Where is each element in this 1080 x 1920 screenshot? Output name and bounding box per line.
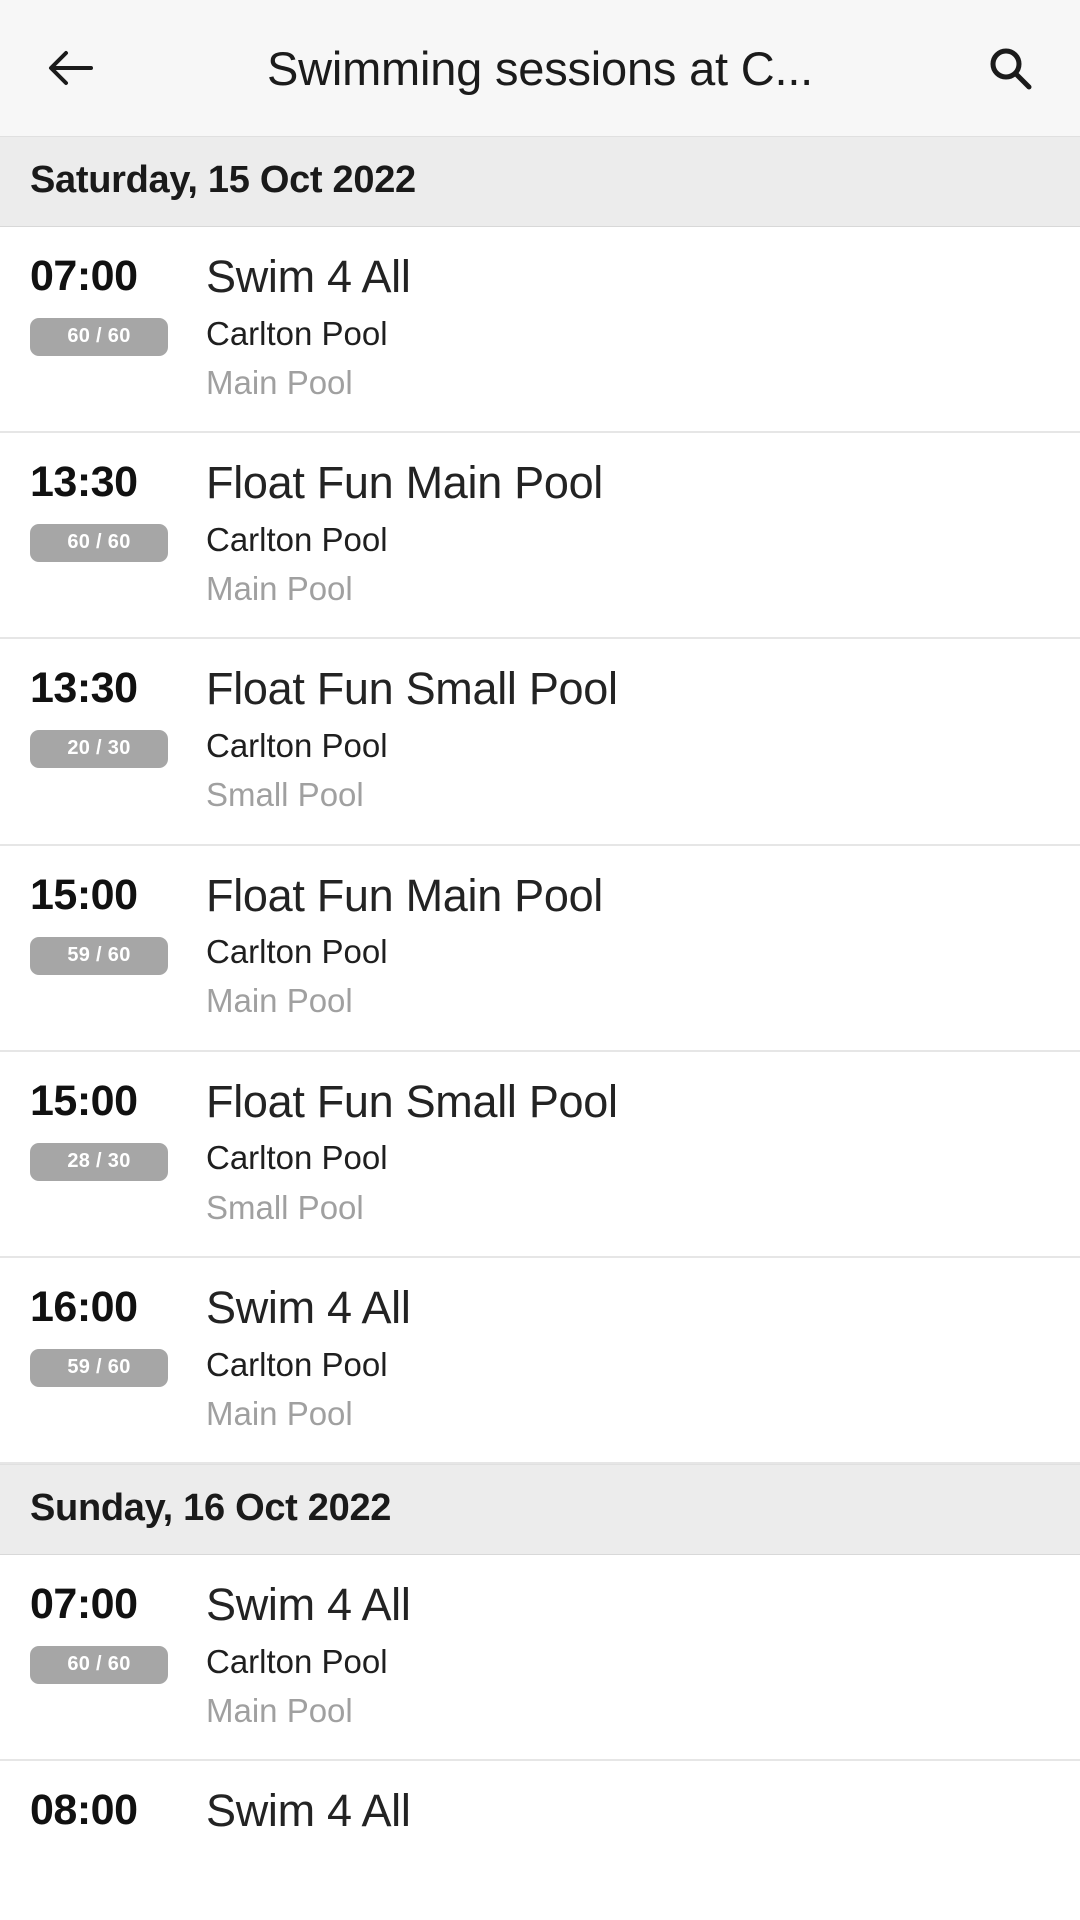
session-time-block: 08:00	[30, 1787, 176, 1832]
session-time: 15:00	[30, 870, 138, 919]
session-details: Swim 4 All Carlton Pool Main Pool	[176, 1281, 1050, 1432]
session-row[interactable]: 08:00 Swim 4 All	[0, 1761, 1080, 1836]
capacity-badge: 60 / 60	[30, 1646, 168, 1685]
day-header-label: Sunday, 16 Oct 2022	[30, 1487, 392, 1530]
session-row[interactable]: 07:00 60 / 60 Swim 4 All Carlton Pool Ma…	[0, 1555, 1080, 1762]
session-venue: Carlton Pool	[206, 314, 388, 352]
search-button[interactable]	[974, 32, 1046, 104]
session-row[interactable]: 13:30 20 / 30 Float Fun Small Pool Carlt…	[0, 639, 1080, 846]
capacity-badge: 59 / 60	[30, 936, 168, 975]
session-details: Float Fun Small Pool Carlton Pool Small …	[176, 1075, 1050, 1226]
session-time: 13:30	[30, 458, 138, 507]
session-time-block: 15:00 28 / 30	[30, 1078, 176, 1181]
session-area: Small Pool	[206, 1188, 364, 1226]
session-venue: Carlton Pool	[206, 726, 388, 764]
session-area: Main Pool	[206, 1692, 353, 1730]
session-venue: Carlton Pool	[206, 1345, 388, 1383]
session-area: Main Pool	[206, 570, 353, 608]
session-venue: Carlton Pool	[206, 1642, 388, 1680]
day-header-label: Saturday, 15 Oct 2022	[30, 159, 416, 201]
session-time-block: 13:30 20 / 30	[30, 664, 176, 769]
search-icon	[985, 43, 1035, 93]
session-time-block: 07:00 60 / 60	[30, 1580, 176, 1685]
session-area: Main Pool	[206, 1394, 353, 1432]
session-venue: Carlton Pool	[206, 1139, 388, 1177]
session-time: 13:30	[30, 664, 138, 713]
session-title: Swim 4 All	[206, 1785, 411, 1837]
day-header: Saturday, 15 Oct 2022	[0, 136, 1080, 227]
session-time-block: 13:30 60 / 60	[30, 458, 176, 563]
session-time: 07:00	[30, 252, 138, 300]
session-title: Float Fun Main Pool	[206, 457, 603, 509]
session-row[interactable]: 16:00 59 / 60 Swim 4 All Carlton Pool Ma…	[0, 1257, 1080, 1465]
session-row[interactable]: 15:00 28 / 30 Float Fun Small Pool Carlt…	[0, 1051, 1080, 1258]
session-details: Swim 4 All Carlton Pool Main Pool	[176, 1581, 1050, 1729]
app-bar: Swimming sessions at C...	[0, 0, 1080, 136]
session-title: Float Fun Small Pool	[206, 663, 618, 715]
arrow-left-icon	[44, 42, 96, 94]
session-details: Float Fun Main Pool Carlton Pool Main Po…	[176, 459, 1050, 607]
session-time: 16:00	[30, 1282, 138, 1331]
session-time: 08:00	[30, 1786, 138, 1835]
session-time: 15:00	[30, 1076, 138, 1125]
session-venue: Carlton Pool	[206, 520, 388, 558]
session-list[interactable]: Saturday, 15 Oct 2022 07:00 60 / 60 Swim…	[0, 136, 1080, 1920]
session-time-block: 15:00 59 / 60	[30, 872, 176, 975]
capacity-badge: 28 / 30	[30, 1142, 168, 1181]
capacity-badge: 60 / 60	[30, 524, 168, 563]
session-row[interactable]: 15:00 59 / 60 Float Fun Main Pool Carlto…	[0, 845, 1080, 1052]
back-button[interactable]	[34, 32, 106, 104]
session-details: Float Fun Small Pool Carlton Pool Small …	[176, 665, 1050, 813]
session-time: 07:00	[30, 1580, 138, 1629]
session-row[interactable]: 07:00 60 / 60 Swim 4 All Carlton Pool Ma…	[0, 227, 1080, 434]
capacity-badge: 20 / 30	[30, 730, 168, 769]
session-venue: Carlton Pool	[206, 933, 388, 971]
session-title: Swim 4 All	[206, 1281, 411, 1333]
day-header: Sunday, 16 Oct 2022	[0, 1464, 1080, 1556]
session-details: Swim 4 All	[176, 1787, 1050, 1836]
capacity-badge: 59 / 60	[30, 1348, 168, 1387]
session-details: Float Fun Main Pool Carlton Pool Main Po…	[176, 869, 1050, 1020]
schedule-screen: Swimming sessions at C... Saturday, 15 O…	[0, 0, 1080, 1920]
session-area: Small Pool	[206, 776, 364, 814]
session-title: Swim 4 All	[206, 1579, 411, 1631]
session-title: Float Fun Main Pool	[206, 869, 603, 921]
session-details: Swim 4 All Carlton Pool Main Pool	[176, 251, 1050, 401]
session-title: Swim 4 All	[206, 251, 411, 302]
page-title: Swimming sessions at C...	[266, 41, 814, 95]
session-time-block: 07:00 60 / 60	[30, 253, 176, 356]
capacity-badge: 60 / 60	[30, 318, 168, 356]
session-row[interactable]: 13:30 60 / 60 Float Fun Main Pool Carlto…	[0, 433, 1080, 640]
session-title: Float Fun Small Pool	[206, 1075, 618, 1127]
session-time-block: 16:00 59 / 60	[30, 1284, 176, 1387]
session-area: Main Pool	[206, 982, 353, 1020]
session-area: Main Pool	[206, 363, 353, 401]
